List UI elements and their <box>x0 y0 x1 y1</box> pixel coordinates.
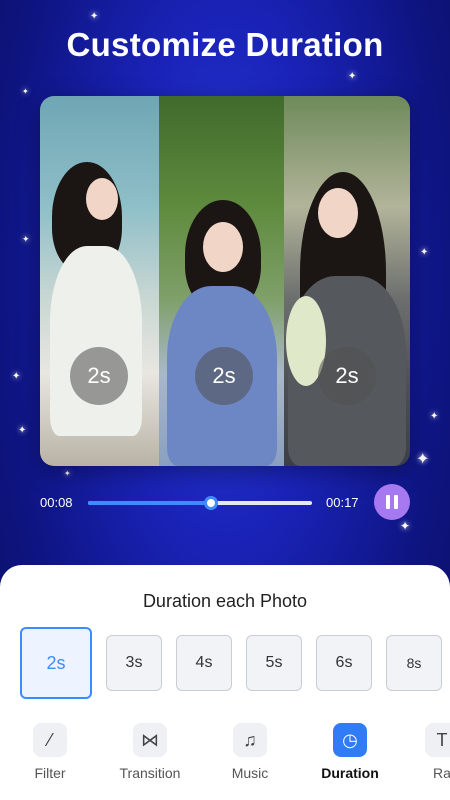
tab-transition[interactable]: ⋈ Transition <box>110 723 190 781</box>
clock-icon: ◷ <box>333 723 367 757</box>
photo-slide-3[interactable]: 2s <box>284 96 410 466</box>
sparkle-icon: ✦ <box>12 371 21 382</box>
tab-label: Filter <box>34 765 66 781</box>
duration-option-3s[interactable]: 3s <box>106 635 162 691</box>
tab-label: Duration <box>321 765 379 781</box>
duration-badge: 2s <box>195 347 253 405</box>
duration-option-2s[interactable]: 2s <box>20 627 92 699</box>
tab-music[interactable]: ♫ Music <box>210 723 290 781</box>
text-icon: T <box>425 723 450 757</box>
duration-option-4s[interactable]: 4s <box>176 635 232 691</box>
seek-bar-progress <box>88 501 212 505</box>
sparkle-icon: ✦ <box>416 451 430 468</box>
sparkle-icon: ✦ <box>18 425 27 436</box>
magic-wand-icon: ⁄ <box>33 723 67 757</box>
duration-option-5s[interactable]: 5s <box>246 635 302 691</box>
duration-option-8s[interactable]: 8s <box>386 635 442 691</box>
bowtie-icon: ⋈ <box>133 723 167 757</box>
duration-sheet: Duration each Photo 2s 3s 4s 5s 6s 8s ⁄ … <box>0 565 450 800</box>
tab-ratio[interactable]: T Ra <box>402 723 450 781</box>
portrait-figure <box>159 96 284 466</box>
sparkle-icon: ✦ <box>22 87 29 96</box>
seek-bar-thumb[interactable] <box>204 496 219 510</box>
tab-label: Ra <box>433 765 450 781</box>
sparkle-icon: ✦ <box>64 469 71 478</box>
duration-options: 2s 3s 4s 5s 6s 8s <box>20 627 450 699</box>
music-note-icon: ♫ <box>233 723 267 757</box>
tab-label: Transition <box>119 765 181 781</box>
tab-label: Music <box>231 765 269 781</box>
sparkle-icon: ✦ <box>22 234 30 244</box>
portrait-figure <box>40 96 159 466</box>
pause-button[interactable] <box>374 484 410 520</box>
pause-icon <box>386 495 390 509</box>
duration-badge: 2s <box>70 347 128 405</box>
duration-badge: 2s <box>318 347 376 405</box>
photo-slide-1[interactable]: 2s <box>40 96 159 466</box>
photo-preview[interactable]: 2s 2s 2s <box>40 96 410 466</box>
total-time: 00:17 <box>326 495 359 510</box>
duration-option-6s[interactable]: 6s <box>316 635 372 691</box>
sparkle-icon: ✦ <box>420 247 429 258</box>
photo-slide-2[interactable]: 2s <box>159 96 284 466</box>
tab-duration[interactable]: ◷ Duration <box>310 723 390 781</box>
page-title: Customize Duration <box>66 26 384 63</box>
sparkle-icon: ✦ <box>430 411 439 422</box>
duration-panel-title: Duration each Photo <box>142 591 308 611</box>
tab-filter[interactable]: ⁄ Filter <box>10 723 90 781</box>
sparkle-icon: ✦ <box>400 519 411 533</box>
bottom-toolbar: ⁄ Filter ⋈ Transition ♫ Music ◷ Duration… <box>0 723 450 793</box>
sparkle-icon: ✦ <box>90 11 99 22</box>
sparkle-icon: ✦ <box>348 71 357 82</box>
seek-bar[interactable] <box>88 496 312 510</box>
playback-controls: 00:08 00:17 <box>40 484 410 520</box>
portrait-figure <box>284 96 410 466</box>
current-time: 00:08 <box>40 495 73 510</box>
